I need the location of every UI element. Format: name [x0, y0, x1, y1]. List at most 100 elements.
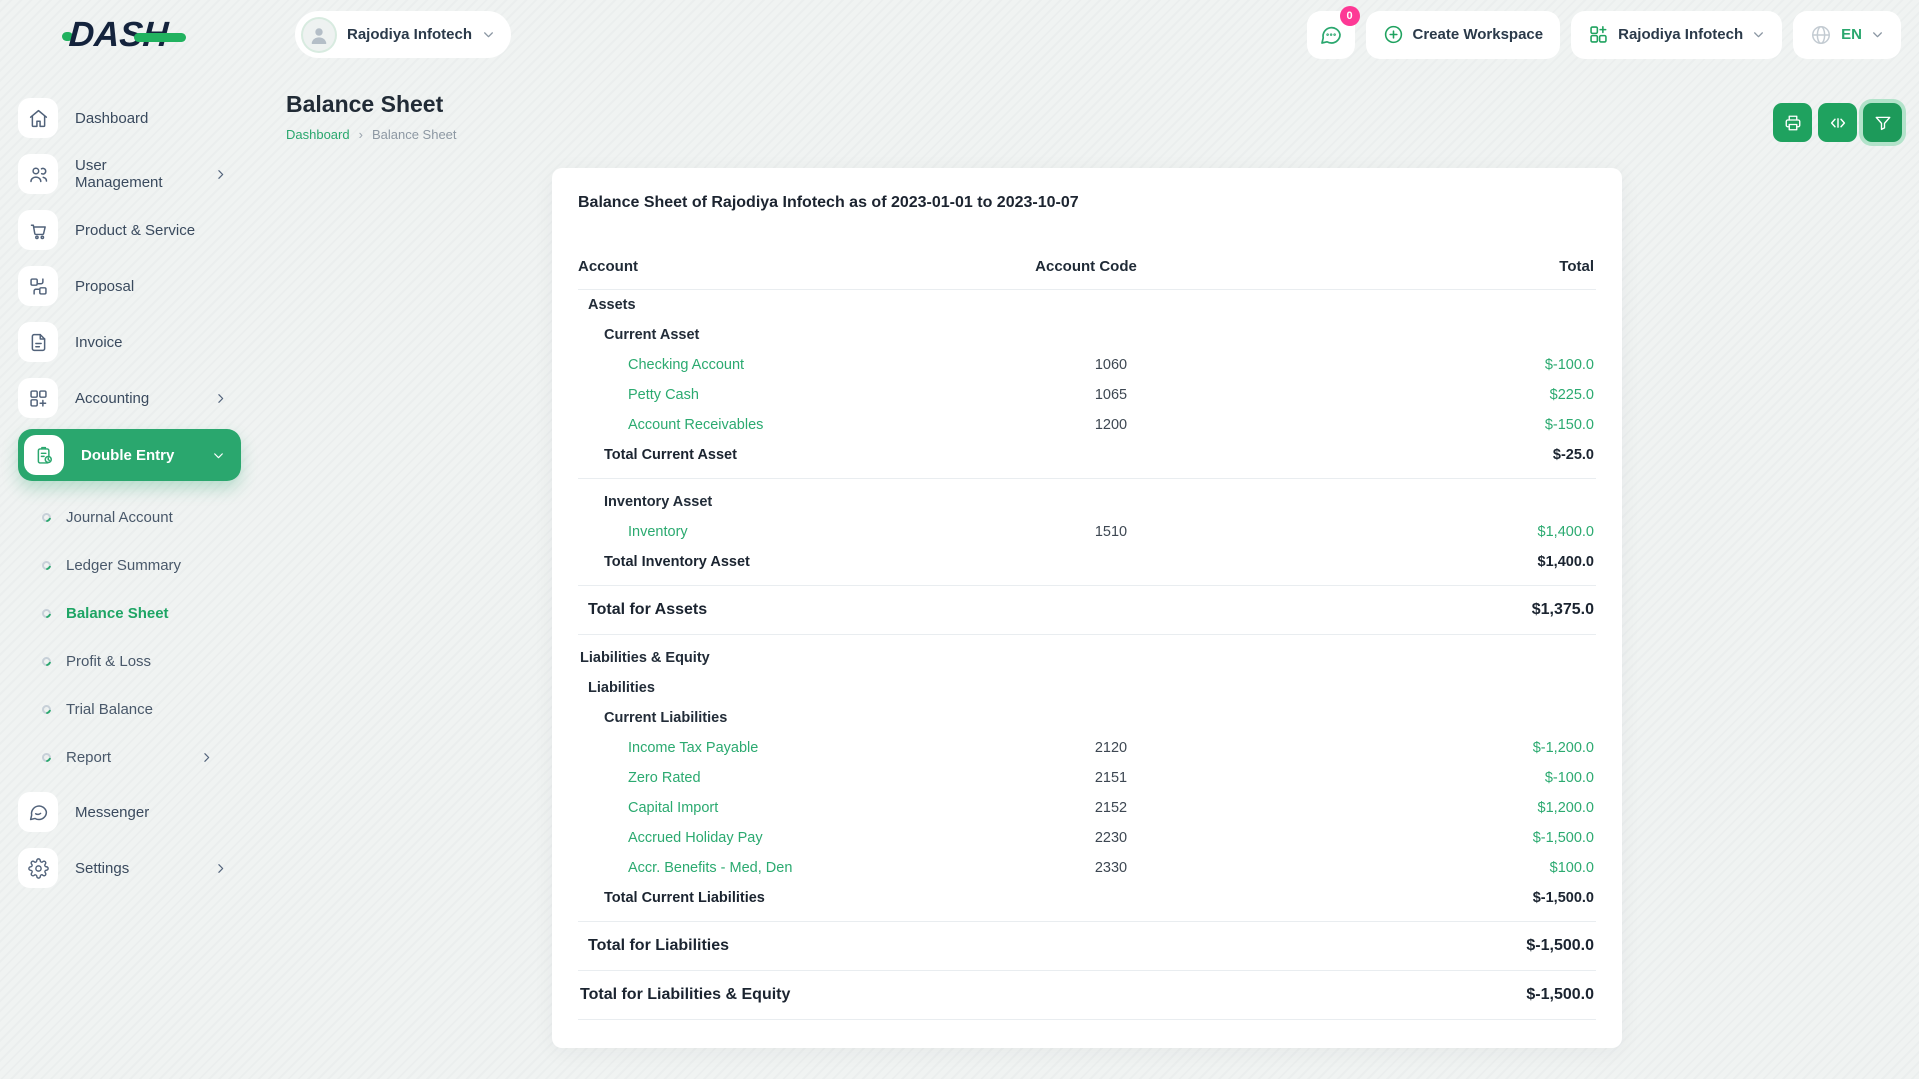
account-cell: Accrued Holiday Pay — [578, 830, 961, 846]
account-cell: Current Asset — [578, 327, 949, 343]
account-cell: Current Liabilities — [578, 710, 949, 726]
account-cell: Total for Liabilities & Equity — [578, 986, 937, 1004]
account-code-cell: 1060 — [961, 357, 1261, 373]
sidebar-item-accounting[interactable]: Accounting — [18, 373, 255, 423]
main-content: Balance Sheet Dashboard › Balance Sheet … — [255, 69, 1919, 1079]
account-cell: Total for Liabilities — [578, 937, 941, 955]
account-cell: Total Current Asset — [578, 447, 949, 463]
sidebar-item-dashboard[interactable]: Dashboard — [18, 93, 255, 143]
breadcrumb-dashboard-link[interactable]: Dashboard — [286, 127, 350, 142]
account-link[interactable]: Account Receivables — [628, 417, 763, 433]
chevron-right-icon — [200, 751, 213, 764]
account-code-cell: 1065 — [961, 387, 1261, 403]
sidebar-item-messenger[interactable]: Messenger — [18, 787, 255, 837]
sidebar-item-label: Settings — [75, 860, 129, 877]
page-title: Balance Sheet — [286, 91, 1899, 118]
chat-bubble-icon — [1319, 23, 1343, 47]
page-actions — [1773, 103, 1902, 142]
workspace-selector-label: Rajodiya Infotech — [1618, 26, 1743, 43]
table-row: Current Liabilities — [578, 703, 1596, 733]
table-header-row: Account Account Code Total — [578, 258, 1596, 290]
export-button[interactable] — [1818, 103, 1857, 142]
account-cell: Capital Import — [578, 800, 961, 816]
account-link[interactable]: Capital Import — [628, 800, 718, 816]
account-code-cell: 2330 — [961, 860, 1261, 876]
account-code-cell: 1510 — [961, 524, 1261, 540]
sidebar-subitem-label: Ledger Summary — [66, 557, 181, 574]
sidebar-item-settings[interactable]: Settings — [18, 843, 255, 893]
account-link[interactable]: Zero Rated — [628, 770, 701, 786]
sidebar-item-invoice[interactable]: Invoice — [18, 317, 255, 367]
filter-button[interactable] — [1863, 103, 1902, 142]
table-divider — [578, 921, 1596, 922]
account-code-cell: 2151 — [961, 770, 1261, 786]
account-link[interactable]: Accrued Holiday Pay — [628, 830, 763, 846]
messages-button[interactable]: 0 — [1307, 11, 1355, 59]
top-bar: DASH Rajodiya Infotech 0 Create Workspac… — [0, 0, 1919, 69]
header-right-controls: 0 Create Workspace Rajodiya Infotech EN — [1307, 11, 1902, 59]
account-cell: Account Receivables — [578, 417, 961, 433]
account-cell: Total Current Liabilities — [578, 890, 949, 906]
sidebar-subitem-profit-loss[interactable]: Profit & Loss — [24, 637, 255, 685]
workspace-selector[interactable]: Rajodiya Infotech — [1571, 11, 1782, 59]
sidebar-item-double-entry[interactable]: Double Entry — [18, 429, 241, 481]
sidebar-item-product-service[interactable]: Product & Service — [18, 205, 255, 255]
account-link[interactable]: Inventory — [628, 524, 688, 540]
table-row: Petty Cash 1065$225.0 — [578, 380, 1596, 410]
account-code-cell: 2230 — [961, 830, 1261, 846]
table-row: Total Inventory Asset$1,400.0 — [578, 547, 1596, 577]
balance-sheet-card: Balance Sheet of Rajodiya Infotech as of… — [552, 168, 1622, 1048]
total-cell: $-1,500.0 — [1249, 890, 1596, 906]
total-cell: $-1,200.0 — [1261, 740, 1596, 756]
printer-icon — [1784, 114, 1802, 132]
account-cell: Petty Cash — [578, 387, 961, 403]
person-icon — [307, 23, 331, 47]
account-link[interactable]: Petty Cash — [628, 387, 699, 403]
table-row: Checking Account 1060$-100.0 — [578, 350, 1596, 380]
account-code-cell: 1200 — [961, 417, 1261, 433]
sidebar-subitem-journal-account[interactable]: Journal Account — [24, 493, 255, 541]
language-selector[interactable]: EN — [1793, 11, 1901, 59]
page-header: Balance Sheet Dashboard › Balance Sheet — [255, 69, 1919, 142]
table-body: AssetsCurrent AssetChecking Account1060$… — [578, 290, 1596, 1020]
bullet-icon — [40, 559, 53, 572]
account-cell: Liabilities & Equity — [578, 650, 937, 666]
total-cell: $-1,500.0 — [1241, 937, 1596, 955]
app-logo[interactable]: DASH — [62, 15, 168, 55]
print-button[interactable] — [1773, 103, 1812, 142]
sidebar-item-label: Product & Service — [75, 222, 195, 239]
table-divider — [578, 1019, 1596, 1020]
account-cell: Zero Rated — [578, 770, 961, 786]
table-divider — [578, 585, 1596, 586]
user-workspace-pill[interactable]: Rajodiya Infotech — [295, 11, 511, 58]
bullet-icon — [40, 511, 53, 524]
column-header-total: Total — [1236, 258, 1596, 275]
table-divider — [578, 970, 1596, 971]
cart-icon — [18, 210, 58, 250]
account-cell: Assets — [578, 297, 941, 313]
account-link[interactable]: Income Tax Payable — [628, 740, 758, 756]
sidebar-subitem-balance-sheet[interactable]: Balance Sheet — [24, 589, 255, 637]
total-cell: $1,375.0 — [1241, 601, 1596, 619]
account-code-cell: 2152 — [961, 800, 1261, 816]
sidebar-subitem-trial-balance[interactable]: Trial Balance — [24, 685, 255, 733]
account-link[interactable]: Accr. Benefits - Med, Den — [628, 860, 792, 876]
total-cell: $225.0 — [1261, 387, 1596, 403]
sidebar-item-user-management[interactable]: User Management — [18, 149, 255, 199]
chevron-down-icon — [1752, 28, 1765, 41]
sidebar-item-label: Dashboard — [75, 110, 148, 127]
double-entry-icon — [24, 435, 64, 475]
total-cell: $-150.0 — [1261, 417, 1596, 433]
chevron-down-icon — [482, 28, 495, 41]
account-code-cell: 2120 — [961, 740, 1261, 756]
total-cell: $-100.0 — [1261, 357, 1596, 373]
table-row: Assets — [578, 290, 1596, 320]
sidebar-subitem-report[interactable]: Report — [24, 733, 255, 781]
account-link[interactable]: Checking Account — [628, 357, 744, 373]
double-entry-submenu: Journal Account Ledger Summary Balance S… — [18, 487, 255, 787]
total-cell: $100.0 — [1261, 860, 1596, 876]
language-code: EN — [1841, 26, 1862, 43]
create-workspace-button[interactable]: Create Workspace — [1366, 11, 1561, 59]
sidebar-subitem-ledger-summary[interactable]: Ledger Summary — [24, 541, 255, 589]
sidebar-item-proposal[interactable]: Proposal — [18, 261, 255, 311]
